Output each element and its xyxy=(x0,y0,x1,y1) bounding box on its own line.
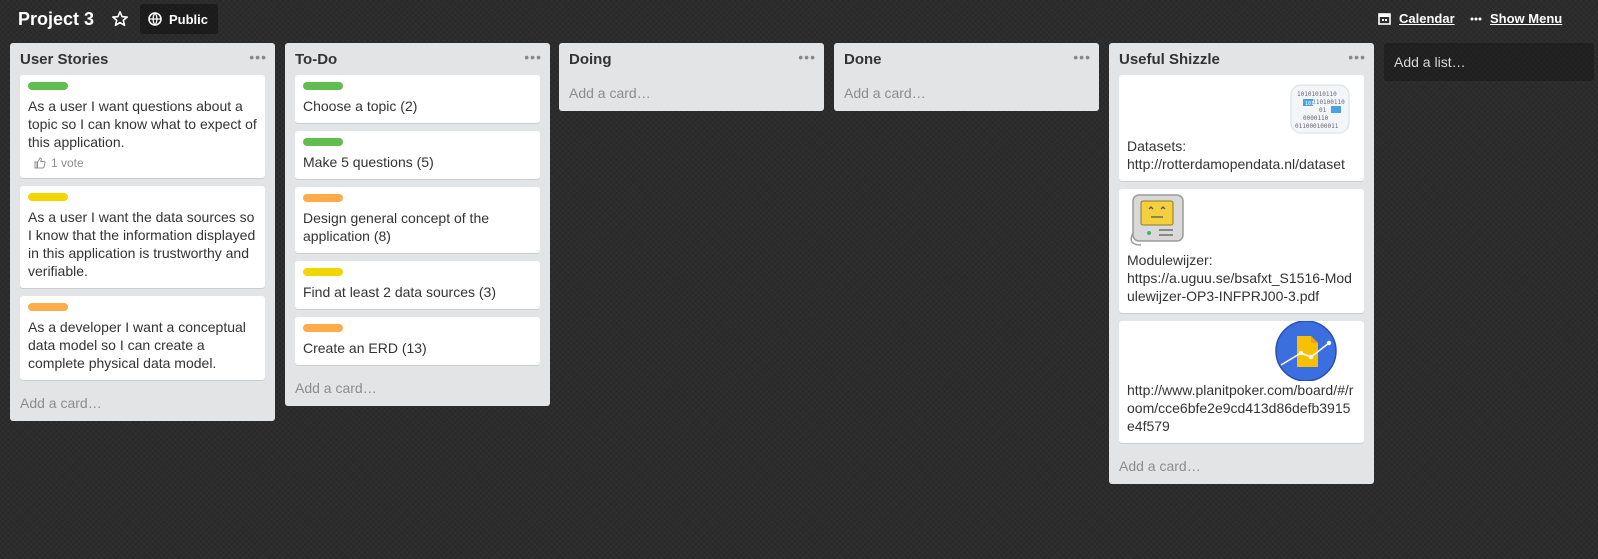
card-link: https://a.uguu.se/bsafxt_S1516-Modulewij… xyxy=(1127,270,1352,304)
add-card-button[interactable]: Add a card… xyxy=(1109,451,1374,484)
card[interactable]: As a user I want the data sources so I k… xyxy=(20,186,265,288)
add-card-button[interactable]: Add a card… xyxy=(10,388,275,421)
list-header: Doing ••• xyxy=(559,43,824,75)
show-menu-label: Show Menu xyxy=(1490,11,1563,26)
poker-logo-thumbnail xyxy=(1275,321,1337,381)
binary-line: 011000100011 xyxy=(1295,123,1339,130)
card-cover xyxy=(1127,321,1356,381)
list-header: Done ••• xyxy=(834,43,1099,75)
vote-badge: 1 vote xyxy=(28,156,257,170)
card-label xyxy=(28,303,68,311)
card[interactable]: Create an ERD (13) xyxy=(295,317,540,365)
card-title: Make 5 questions (5) xyxy=(303,154,434,170)
list-title[interactable]: User Stories xyxy=(20,51,108,68)
list-title[interactable]: To-Do xyxy=(295,51,337,68)
card-label xyxy=(303,82,343,90)
card-label xyxy=(28,193,68,201)
card-label xyxy=(303,324,343,332)
add-card-button[interactable]: Add a card… xyxy=(834,75,1099,111)
globe-icon xyxy=(148,12,162,26)
card-title: Design general concept of the applicatio… xyxy=(303,210,490,244)
binary-line: 0000110 xyxy=(1303,115,1329,122)
list-title[interactable]: Done xyxy=(844,51,882,68)
card-label xyxy=(303,138,343,146)
thumbs-up-icon xyxy=(34,157,46,169)
card[interactable]: Choose a topic (2) xyxy=(295,75,540,123)
star-icon[interactable] xyxy=(111,10,129,28)
list-title[interactable]: Useful Shizzle xyxy=(1119,51,1220,68)
card[interactable]: Design general concept of the applicatio… xyxy=(295,187,540,253)
list-done: Done ••• Add a card… xyxy=(834,43,1099,111)
calendar-label: Calendar xyxy=(1399,11,1455,26)
list-header: To-Do ••• xyxy=(285,43,550,75)
add-list-label: Add a list… xyxy=(1394,54,1466,70)
card-title: Modulewijzer: xyxy=(1127,252,1213,268)
card-title: As a user I want questions about a topic… xyxy=(28,98,257,150)
card-label xyxy=(303,194,343,202)
list-menu-icon[interactable]: ••• xyxy=(798,49,816,65)
add-card-button[interactable]: Add a card… xyxy=(559,75,824,111)
list-user-stories: User Stories ••• As a user I want questi… xyxy=(10,43,275,421)
card[interactable]: Modulewijzer: https://a.uguu.se/bsafxt_S… xyxy=(1119,189,1364,313)
binary-line: 1010 xyxy=(1305,101,1317,107)
list-menu-icon[interactable]: ••• xyxy=(524,49,542,65)
board-title[interactable]: Project 3 xyxy=(18,8,94,30)
card-cover xyxy=(1127,193,1356,251)
calendar-button[interactable]: Calendar xyxy=(1378,11,1455,26)
card-title: Create an ERD (13) xyxy=(303,340,427,356)
card[interactable]: http://www.planitpoker.com/board/#/room/… xyxy=(1119,321,1364,443)
robot-pdf-thumbnail xyxy=(1130,194,1184,246)
card[interactable]: 10101010110 00110100110 1010 01 0000110 … xyxy=(1119,75,1364,181)
card-link: http://www.planitpoker.com/board/#/room/… xyxy=(1127,382,1354,434)
binary-data-thumbnail: 10101010110 00110100110 1010 01 0000110 … xyxy=(1290,84,1350,134)
card-label xyxy=(303,268,343,276)
board-header: Project 3 Public Calendar Show Menu xyxy=(0,0,1598,40)
card-title: Choose a topic (2) xyxy=(303,98,418,114)
binary-line: 01 xyxy=(1319,107,1327,114)
calendar-icon xyxy=(1378,13,1391,25)
binary-line: 10101010110 xyxy=(1297,91,1337,98)
card-title: As a user I want the data sources so I k… xyxy=(28,209,256,279)
list-title[interactable]: Doing xyxy=(569,51,612,68)
add-list-button[interactable]: Add a list… xyxy=(1384,43,1594,81)
show-menu-button[interactable]: Show Menu xyxy=(1470,11,1562,26)
vote-count: 1 vote xyxy=(51,156,84,170)
list-header: User Stories ••• xyxy=(10,43,275,75)
list-doing: Doing ••• Add a card… xyxy=(559,43,824,111)
visibility-label: Public xyxy=(169,11,209,27)
list-header: Useful Shizzle ••• xyxy=(1109,43,1374,75)
card[interactable]: As a developer I want a conceptual data … xyxy=(20,296,265,380)
list-useful-shizzle: Useful Shizzle ••• 10101010110 001101001… xyxy=(1109,43,1374,484)
list-menu-icon[interactable]: ••• xyxy=(249,49,267,65)
card-title: Datasets: xyxy=(1127,138,1187,154)
list-menu-icon[interactable]: ••• xyxy=(1073,49,1091,65)
card-title: Find at least 2 data sources (3) xyxy=(303,284,496,300)
card[interactable]: Find at least 2 data sources (3) xyxy=(295,261,540,309)
card-title: As a developer I want a conceptual data … xyxy=(28,319,246,371)
card[interactable]: As a user I want questions about a topic… xyxy=(20,75,265,178)
visibility-button[interactable]: Public xyxy=(140,4,219,34)
card-link: http://rotterdamopendata.nl/dataset xyxy=(1127,156,1345,172)
card[interactable]: Make 5 questions (5) xyxy=(295,131,540,179)
more-icon xyxy=(1470,17,1482,20)
card-label xyxy=(28,82,68,90)
list-menu-icon[interactable]: ••• xyxy=(1348,49,1366,65)
list-to-do: To-Do ••• Choose a topic (2) Make 5 ques… xyxy=(285,43,550,406)
card-cover: 10101010110 00110100110 1010 01 0000110 … xyxy=(1127,81,1356,137)
add-card-button[interactable]: Add a card… xyxy=(285,373,550,406)
